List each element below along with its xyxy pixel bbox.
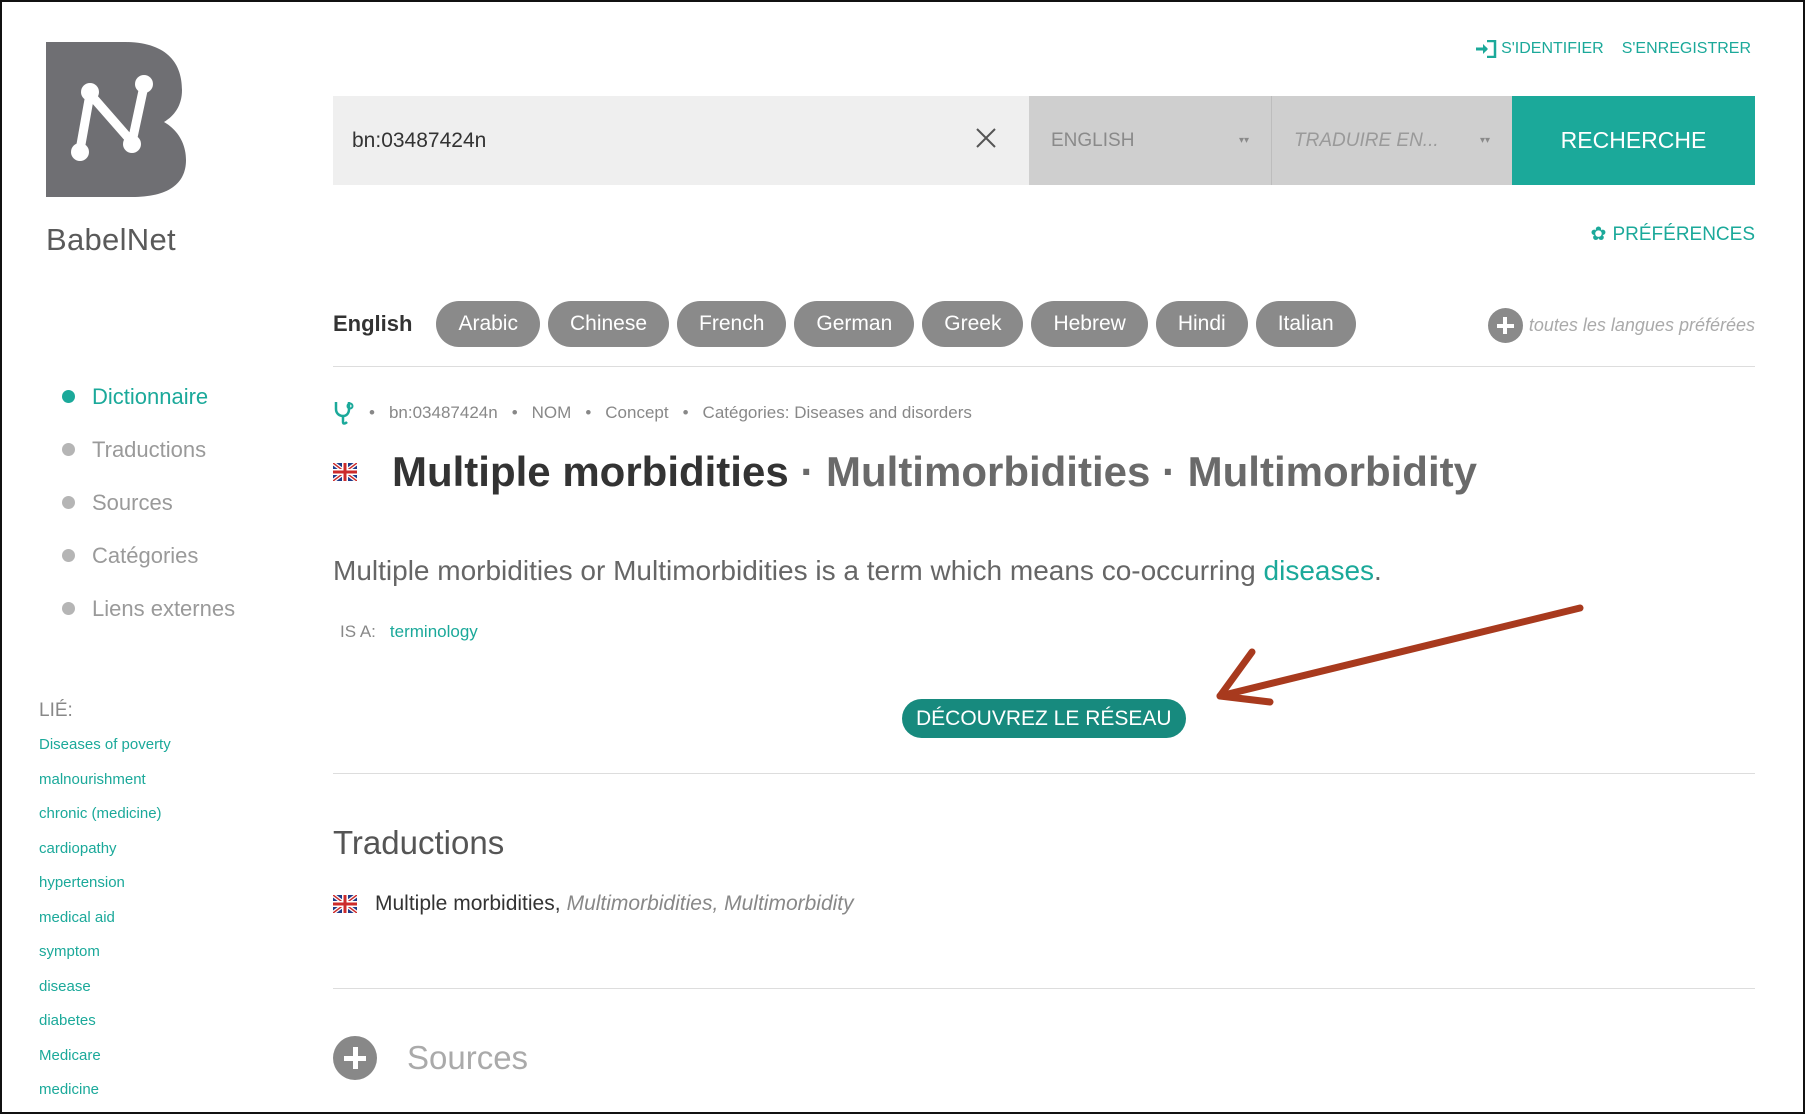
stethoscope-icon bbox=[334, 402, 354, 425]
separator: • bbox=[369, 403, 375, 422]
translation-main: Multiple morbidities, bbox=[375, 892, 561, 915]
current-language: English bbox=[333, 311, 413, 336]
definition-link[interactable]: diseases bbox=[1264, 555, 1375, 586]
language-chip[interactable]: Greek bbox=[922, 301, 1024, 347]
sidebar-item-categories[interactable]: Catégories bbox=[62, 529, 235, 582]
sidebar-item-label: Sources bbox=[92, 489, 173, 515]
related-link[interactable]: chronic (medicine) bbox=[39, 797, 171, 832]
divider bbox=[333, 366, 1755, 367]
related-link[interactable]: Diseases of poverty bbox=[39, 728, 171, 763]
uk-flag-icon bbox=[333, 463, 357, 481]
synset-meta: • bn:03487424n • NOM • Concept • Catégor… bbox=[333, 400, 972, 426]
related-link[interactable]: cardiopathy bbox=[39, 832, 171, 867]
related-link[interactable]: disease bbox=[39, 970, 171, 1005]
login-icon bbox=[1476, 40, 1497, 58]
uk-flag-icon bbox=[333, 895, 357, 913]
page-title: Multiple morbidities · Multimorbidities … bbox=[392, 448, 1477, 496]
separator: • bbox=[682, 403, 689, 422]
all-languages-label: toutes les langues préférées bbox=[1528, 315, 1755, 335]
target-language-placeholder: TRADUIRE EN... bbox=[1294, 129, 1439, 151]
sidebar-item-label: Liens externes bbox=[92, 595, 236, 621]
login-label: S'IDENTIFIER bbox=[1501, 40, 1604, 57]
translation-row: Multiple morbidities, Multimorbidities, … bbox=[333, 892, 854, 916]
bullet-icon bbox=[62, 602, 75, 615]
definition-text: Multiple morbidities or Multimorbidities… bbox=[333, 555, 1264, 586]
sidebar-nav: Dictionnaire Traductions Sources Catégor… bbox=[62, 370, 235, 635]
divider bbox=[333, 773, 1755, 774]
related-title: LIÉ: bbox=[39, 700, 73, 721]
title-main: Multiple morbidities bbox=[392, 448, 789, 495]
sidebar-item-external-links[interactable]: Liens externes bbox=[62, 582, 235, 635]
definition-end: . bbox=[1374, 555, 1382, 586]
chevron-down-icon: ▾▾ bbox=[1479, 135, 1490, 146]
language-chip[interactable]: German bbox=[794, 301, 915, 347]
brand-logo[interactable]: BabelNet bbox=[46, 42, 186, 258]
related-link[interactable]: malnourishment bbox=[39, 763, 171, 798]
language-bar: English Arabic Chinese French German Gre… bbox=[333, 301, 1356, 347]
separator: • bbox=[585, 403, 592, 422]
plus-icon bbox=[1487, 308, 1523, 343]
related-link[interactable]: hypertension bbox=[39, 866, 171, 901]
search-input[interactable] bbox=[350, 119, 954, 162]
related-link[interactable]: symptom bbox=[39, 935, 171, 970]
brand-name: BabelNet bbox=[46, 222, 176, 257]
all-languages-link[interactable]: toutes les langues préférées bbox=[1487, 308, 1755, 343]
gear-icon: ✿ bbox=[1590, 224, 1607, 245]
target-language-select[interactable]: TRADUIRE EN... ▾▾ bbox=[1271, 96, 1512, 185]
sidebar-item-dictionary[interactable]: Dictionnaire bbox=[62, 370, 235, 423]
language-chip[interactable]: Italian bbox=[1255, 301, 1356, 347]
source-language-select[interactable]: ENGLISH ▾▾ bbox=[1029, 96, 1271, 185]
synset-id: bn:03487424n bbox=[388, 403, 498, 422]
language-chip[interactable]: French bbox=[677, 301, 787, 347]
language-chip[interactable]: Chinese bbox=[547, 301, 670, 347]
translation-others: Multimorbidities, Multimorbidity bbox=[566, 892, 854, 915]
annotation-arrow-icon bbox=[1216, 604, 1584, 706]
chevron-down-icon: ▾▾ bbox=[1238, 135, 1249, 146]
related-list: LIÉ: Diseases of poverty malnourishment … bbox=[39, 700, 171, 1108]
sidebar-item-label: Catégories bbox=[92, 542, 199, 568]
bullet-icon bbox=[62, 549, 75, 562]
language-chip[interactable]: Hebrew bbox=[1031, 301, 1148, 347]
bullet-icon bbox=[62, 390, 75, 403]
sidebar-item-label: Dictionnaire bbox=[92, 383, 209, 409]
is-a-label: IS A: bbox=[340, 622, 376, 641]
plus-circle-icon bbox=[333, 1036, 377, 1080]
search-bar: ENGLISH ▾▾ TRADUIRE EN... ▾▾ RECHERCHE bbox=[333, 96, 1755, 185]
part-of-speech: NOM bbox=[531, 403, 572, 422]
sidebar-item-label: Traductions bbox=[92, 436, 207, 462]
separator: • bbox=[511, 403, 518, 422]
synset-type: Concept bbox=[605, 403, 669, 422]
search-button[interactable]: RECHERCHE bbox=[1512, 96, 1755, 185]
related-link[interactable]: Medicare bbox=[39, 1039, 171, 1074]
bullet-icon bbox=[62, 496, 75, 509]
discover-network-button[interactable]: DÉCOUVREZ LE RÉSEAU bbox=[902, 699, 1186, 738]
synset-title-row: Multiple morbidities · Multimorbidities … bbox=[333, 448, 1477, 496]
preferences-label: PRÉFÉRENCES bbox=[1612, 223, 1755, 245]
language-chip[interactable]: Arabic bbox=[436, 301, 540, 347]
preferences-link[interactable]: ✿ PRÉFÉRENCES bbox=[1591, 223, 1755, 246]
language-chip[interactable]: Hindi bbox=[1155, 301, 1248, 347]
translations-heading: Traductions bbox=[333, 824, 505, 861]
divider bbox=[333, 988, 1755, 989]
bullet-icon bbox=[62, 443, 75, 456]
definition: Multiple morbidities or Multimorbidities… bbox=[333, 555, 1382, 587]
search-box bbox=[333, 96, 1029, 185]
babelnet-logo-icon bbox=[46, 42, 186, 197]
source-language-value: ENGLISH bbox=[1051, 129, 1135, 151]
is-a-link[interactable]: terminology bbox=[390, 622, 478, 642]
synset-categories: Catégories: Diseases and disorders bbox=[702, 403, 972, 422]
title-alternates: · Multimorbidities · Multimorbidity bbox=[788, 448, 1477, 495]
is-a-row: IS A: terminology bbox=[340, 622, 478, 642]
sources-toggle[interactable]: Sources bbox=[333, 1036, 528, 1080]
related-link[interactable]: medicine bbox=[39, 1073, 171, 1108]
login-link[interactable]: S'IDENTIFIER bbox=[1475, 40, 1604, 58]
sources-heading: Sources bbox=[407, 1039, 529, 1076]
sidebar-item-sources[interactable]: Sources bbox=[62, 476, 235, 529]
related-link[interactable]: diabetes bbox=[39, 1004, 171, 1039]
sidebar-item-translations[interactable]: Traductions bbox=[62, 423, 235, 476]
clear-icon[interactable] bbox=[971, 123, 1001, 153]
auth-links: S'IDENTIFIER S'ENREGISTRER bbox=[1475, 40, 1751, 58]
related-link[interactable]: medical aid bbox=[39, 901, 171, 936]
register-link[interactable]: S'ENREGISTRER bbox=[1622, 40, 1751, 58]
